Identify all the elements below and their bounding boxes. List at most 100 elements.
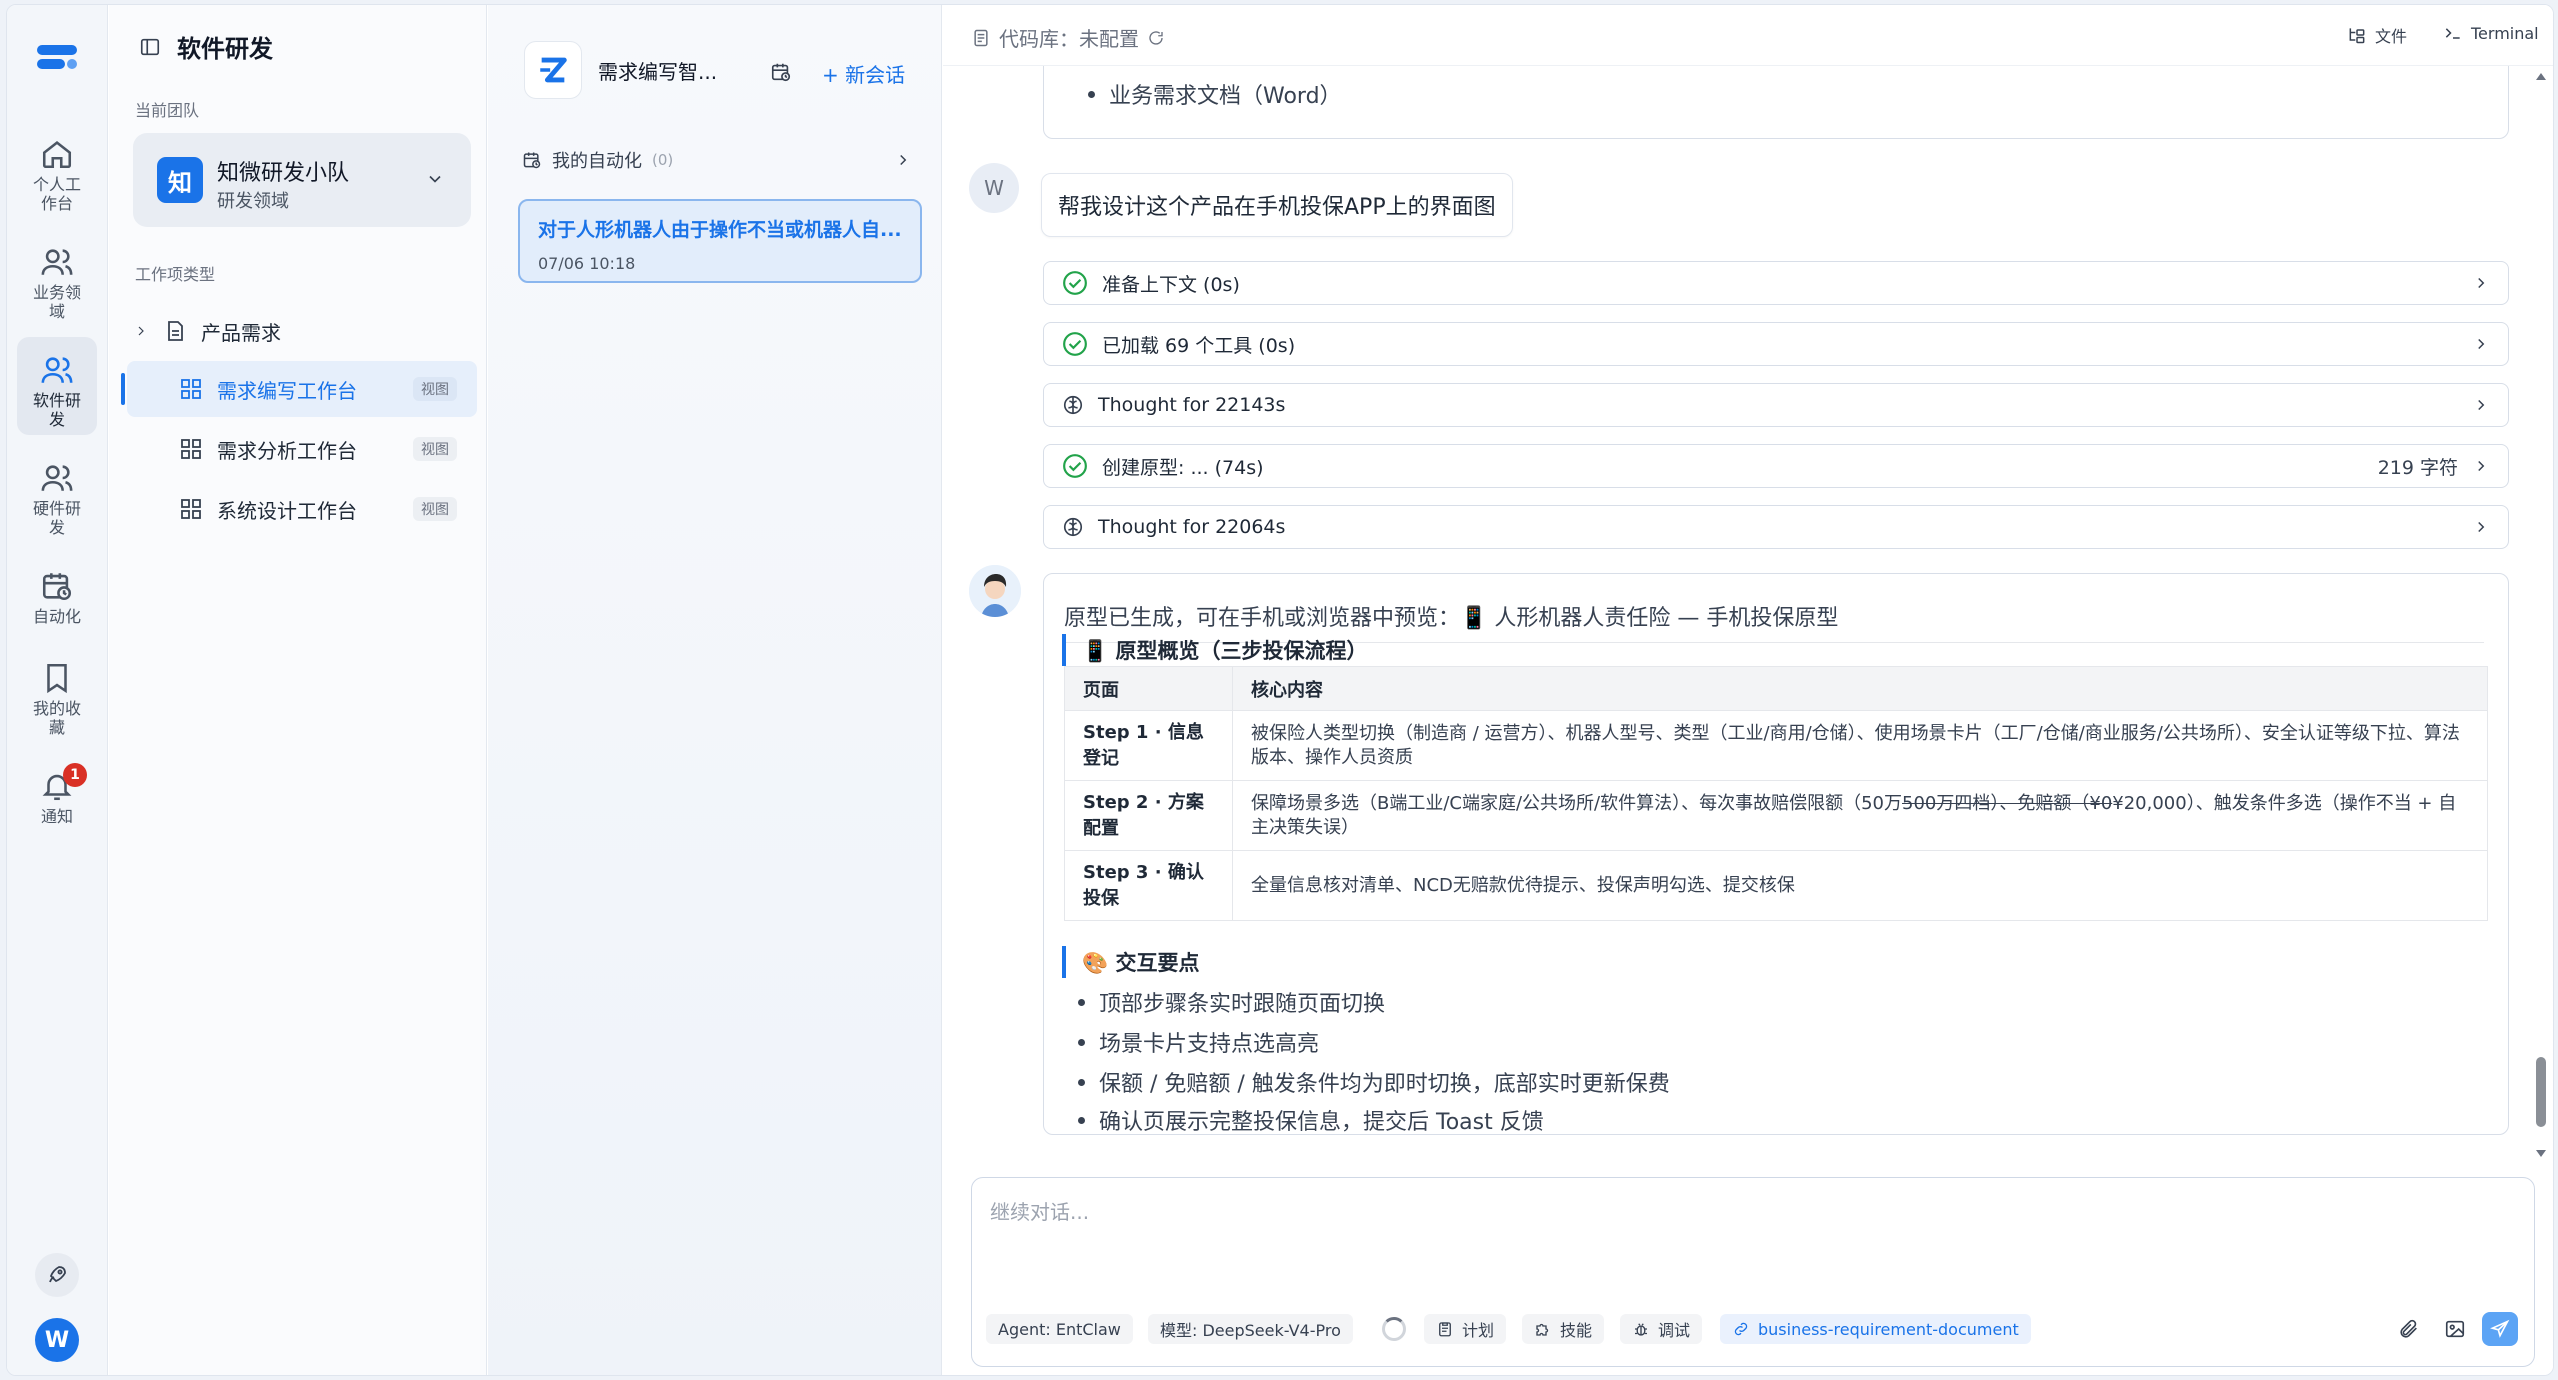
dashboard-grid-icon [181,379,201,399]
new-session-button[interactable]: + 新会话 [822,59,905,88]
table-cell-content: 被保险人类型切换（制造商 / 运营方）、机器人型号、类型（工业/商用/仓储）、使… [1232,710,2488,781]
chat-scroll-area[interactable]: 业务需求文档（Word） W 帮我设计这个产品在手机投保APP上的界面图 准备上… [943,5,2553,1165]
chevron-right-icon [2478,460,2485,472]
files-button[interactable]: 文件 [2347,23,2407,47]
rail-item-business[interactable]: 业务领域 [17,229,97,327]
rail-item-automation[interactable]: 自动化 [17,553,97,651]
send-button[interactable] [2482,1312,2518,1346]
overview-heading: 📱 原型概览（三步投保流程） [1062,634,1367,666]
image-icon [2445,1320,2465,1338]
step-thought-1[interactable]: Thought for 22143s [1043,383,2509,427]
link-icon [1734,1322,1748,1336]
user-avatar[interactable]: W [35,1318,79,1362]
users-icon [41,249,73,275]
content-strikethrough: 500万四档）、免赔额（¥0 [1902,792,2113,814]
assistant-answer-card: 原型已生成，可在手机或浏览器中预览：📱 人形机器人责任险 — 手机投保原型 📱 … [1043,573,2509,1135]
rail-item-software[interactable]: 软件研发 [17,337,97,435]
step-create-prototype[interactable]: 创建原型: ... (74s) 219 字符 [1043,444,2509,488]
session-title: 对于人形机器人由于操作不当或机器人自... [538,219,902,241]
puzzle-icon [1536,1323,1549,1336]
plan-button[interactable]: 计划 [1424,1314,1507,1344]
rail-item-label: 业务领域 [33,283,82,321]
schedule-icon[interactable] [770,61,792,83]
calendar-clock-icon [523,152,541,169]
view-tag: 视图 [413,377,457,401]
skill-button[interactable]: 技能 [1522,1314,1605,1344]
tree-item-product-requirements[interactable]: 产品需求 [127,303,477,359]
tree-item-label: 需求分析工作台 [217,438,357,463]
rail-item-notifications[interactable]: 1 通知 [17,753,97,851]
chevron-right-icon [2478,338,2485,350]
app-logo[interactable] [37,45,77,77]
assistant-avatar [969,565,1021,617]
brain-icon [1063,395,1083,415]
tree-item-req-writing[interactable]: 需求编写工作台 视图 [121,361,477,417]
step-prepare-context[interactable]: 准备上下文 (0s) [1043,261,2509,305]
step-load-tools[interactable]: 已加载 69 个工具 (0s) [1043,322,2509,366]
conversation-panel: 需求编写智... + 新会话 我的自动化 (0) 对于人形机器人由于操作不当或机… [488,5,942,1375]
model-selector-label: 模型: DeepSeek-V4-Pro [1160,1321,1341,1340]
terminal-button[interactable]: Terminal [2443,23,2539,43]
sidebar-header: 软件研发 [139,29,273,64]
send-icon [2490,1319,2510,1338]
my-automation-row[interactable]: 我的自动化 (0) [522,143,912,177]
table-cell-step: Step 1 · 信息登记 [1064,710,1233,781]
team-caption: 当前团队 [135,101,200,120]
refresh-icon[interactable] [1147,29,1165,47]
scroll-up-arrow[interactable] [2536,73,2546,80]
table-header-content: 核心内容 [1232,666,2488,711]
scroll-thumb[interactable] [2536,1057,2546,1127]
step-thought-2[interactable]: Thought for 22064s [1043,505,2509,549]
image-upload-button[interactable] [2438,1312,2472,1346]
rail-item-personal[interactable]: 个人工作台 [17,121,97,219]
sidebar-toggle-icon[interactable] [139,36,161,58]
list-item: 保额 / 免赔额 / 触发条件均为即时切换，底部实时更新保费 [1078,1066,1670,1098]
table-header-page: 页面 [1064,666,1233,711]
table-row: Step 2 · 方案配置 保障场景多选（B端工业/C端家庭/公共场所/软件算法… [1064,780,2488,851]
message-input[interactable] [990,1196,2510,1276]
step-label: Thought for 22064s [1098,516,1286,538]
chevron-right-icon [900,154,907,166]
tree-item-req-analysis[interactable]: 需求分析工作台 视图 [127,421,477,477]
repo-status[interactable]: 代码库：未配置 [971,23,1165,52]
table-cell-content: 保障场景多选（B端工业/C端家庭/公共场所/软件算法）、每次事故赔偿限额（50万… [1232,780,2488,851]
rail-item-label: 通知 [40,807,73,826]
scroll-down-arrow[interactable] [2536,1150,2546,1157]
agent-header: 需求编写智... [524,41,717,99]
team-domain: 研发领域 [217,191,289,212]
chevron-right-icon [2478,399,2485,411]
team-selector[interactable]: 知 知微研发小队 研发领域 [133,133,471,227]
model-selector[interactable]: 模型: DeepSeek-V4-Pro [1148,1314,1353,1344]
message-composer: Agent: EntClaw 模型: DeepSeek-V4-Pro 计划 技能… [971,1177,2535,1367]
session-card[interactable]: 对于人形机器人由于操作不当或机器人自... 07/06 10:18 [518,199,922,283]
automation-count: (0) [652,151,674,169]
clipboard-icon [1439,1322,1451,1337]
rocket-icon [49,1266,66,1283]
check-circle-icon [1063,332,1087,356]
user-message: 帮我设计这个产品在手机投保APP上的界面图 [1041,173,1513,237]
document-skill-tag[interactable]: business-requirement-document [1720,1314,2031,1344]
chat-scrollbar[interactable] [2533,67,2549,1157]
agent-z-icon [540,57,567,83]
step-meta: 219 字符 [2377,456,2458,479]
work-item-types-caption: 工作项类型 [135,265,216,284]
rail-item-label: 自动化 [33,607,82,626]
plan-label: 计划 [1462,1321,1495,1340]
rail-item-favorites[interactable]: 我的收藏 [17,645,97,743]
content-part: 保障场景多选（B端工业/C端家庭/公共场所/软件算法）、每次事故赔偿限额（50万 [1251,792,1903,814]
check-circle-icon [1063,454,1087,478]
dashboard-grid-icon [181,439,201,459]
document-icon [168,321,183,341]
quick-start-button[interactable] [35,1253,79,1297]
paperclip-icon [2400,1319,2417,1338]
debug-button[interactable]: 调试 [1620,1314,1703,1344]
debug-label: 调试 [1658,1321,1691,1340]
workspace-sidebar: 软件研发 当前团队 知 知微研发小队 研发领域 工作项类型 产品需求 需求编写工… [109,5,487,1375]
rail-item-hardware[interactable]: 硬件研发 [17,445,97,543]
table-row: Step 3 · 确认投保 全量信息核对清单、NCD无赔款优待提示、投保声明勾选… [1064,850,2488,921]
agent-selector[interactable]: Agent: EntClaw [986,1314,1133,1344]
repo-doc-icon [974,29,988,46]
tree-item-system-design[interactable]: 系统设计工作台 视图 [127,481,477,537]
attach-button[interactable] [2392,1312,2426,1346]
chevron-right-icon[interactable] [133,323,149,339]
